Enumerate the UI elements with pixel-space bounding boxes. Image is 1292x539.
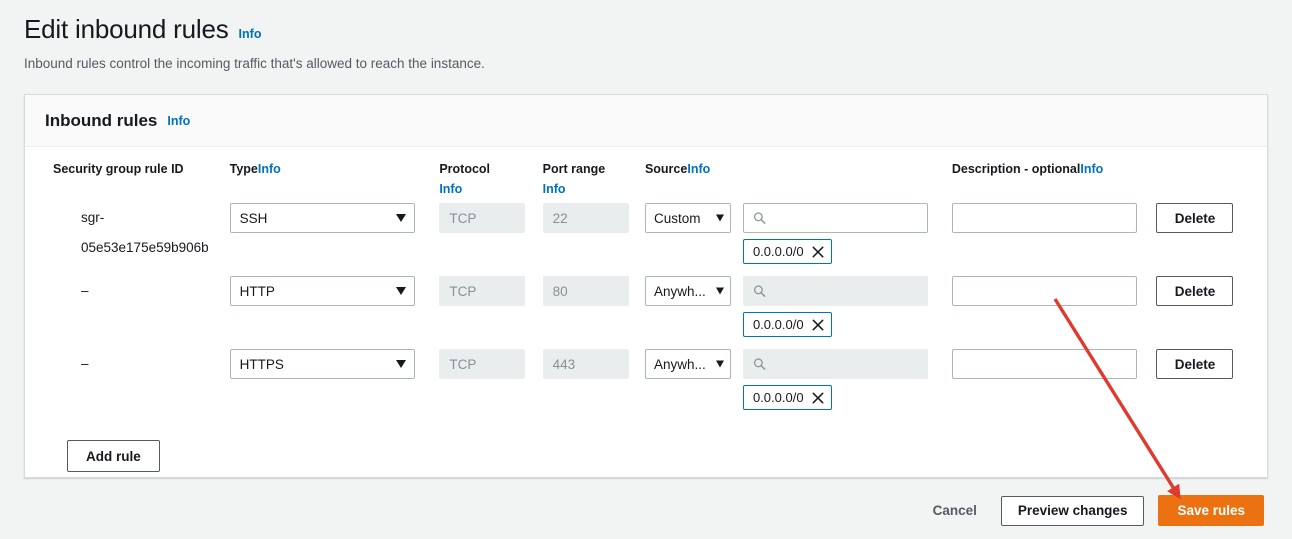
inbound-rules-table: Security group rule ID TypeInfo Protocol…	[25, 147, 1267, 422]
type-select[interactable]: HTTPS	[229, 349, 415, 379]
protocol-value: TCP	[449, 283, 477, 299]
save-rules-button[interactable]: Save rules	[1158, 495, 1264, 526]
cancel-button[interactable]: Cancel	[923, 496, 987, 526]
type-select[interactable]: SSH	[229, 203, 415, 233]
description-input[interactable]	[951, 276, 1137, 306]
source-search-input[interactable]	[742, 203, 928, 233]
source-token-label: 0.0.0.0/0	[752, 390, 804, 405]
table-body: sgr-05e53e175e59b906b SSH TCP 22 Custom 0.0.0…	[25, 203, 1267, 422]
chevron-down-icon	[715, 214, 724, 222]
page-title-info-link[interactable]: Info	[239, 26, 262, 42]
rule-id-value: –	[81, 283, 89, 298]
search-icon	[753, 212, 766, 225]
table-row: sgr-05e53e175e59b906b SSH TCP 22 Custom 0.0.0…	[25, 203, 1267, 276]
table-row: – HTTP TCP 80 Anywh... 0.0.0.0/0 Delete	[25, 276, 1267, 349]
table-row: – HTTPS TCP 443 Anywh... 0.0.0.0/0 Delete	[25, 349, 1267, 422]
source-type-select[interactable]: Anywh...	[644, 349, 731, 379]
source-type-value: Custom	[653, 210, 701, 226]
source-type-select[interactable]: Anywh...	[644, 276, 731, 306]
column-header-description-label: Description - optional	[951, 162, 1081, 176]
page-title: Edit inbound rules	[24, 14, 229, 44]
chevron-down-icon	[715, 360, 724, 368]
port-range-field: 80	[542, 276, 629, 306]
protocol-value: TCP	[449, 356, 477, 372]
chevron-down-icon	[395, 360, 406, 368]
panel-title: Inbound rules	[45, 110, 158, 130]
column-header-source: SourceInfo	[645, 147, 952, 203]
type-select-value: HTTPS	[239, 356, 284, 372]
column-header-protocol-info-link[interactable]: Info	[439, 181, 542, 197]
column-header-description: Description - optionalInfo	[952, 147, 1157, 203]
source-token: 0.0.0.0/0	[742, 239, 832, 264]
column-header-rule-id: Security group rule ID	[25, 147, 230, 203]
source-type-value: Anywh...	[653, 283, 706, 299]
column-header-protocol-label: Protocol	[439, 162, 491, 176]
source-type-value: Anywh...	[653, 356, 706, 372]
page-header: Edit inbound rules Info Inbound rules co…	[0, 0, 1292, 73]
source-type-select[interactable]: Custom	[644, 203, 731, 233]
inbound-rules-panel: Inbound rules Info Security group rule I…	[24, 94, 1268, 478]
port-range-value: 80	[552, 283, 568, 299]
page-description: Inbound rules control the incoming traff…	[24, 56, 485, 71]
panel-header: Inbound rules Info	[25, 95, 1267, 147]
chevron-down-icon	[715, 287, 724, 295]
column-header-type-label: Type	[229, 162, 258, 176]
remove-token-icon[interactable]	[812, 392, 824, 404]
column-header-description-info-link[interactable]: Info	[1080, 162, 1103, 176]
edit-inbound-rules-page: Edit inbound rules Info Inbound rules co…	[0, 0, 1292, 539]
search-icon	[753, 358, 766, 371]
search-icon	[753, 285, 766, 298]
description-input[interactable]	[951, 203, 1137, 233]
source-token-label: 0.0.0.0/0	[752, 317, 804, 332]
column-header-source-info-link[interactable]: Info	[687, 162, 710, 176]
protocol-field: TCP	[439, 349, 526, 379]
rule-id-value: –	[81, 356, 89, 371]
column-header-type-info-link[interactable]: Info	[258, 162, 281, 176]
type-select-value: HTTP	[239, 283, 275, 299]
column-header-source-label: Source	[644, 162, 688, 176]
panel-title-info-link[interactable]: Info	[167, 113, 190, 129]
type-select-value: SSH	[239, 210, 268, 226]
chevron-down-icon	[395, 214, 406, 222]
column-header-protocol: Protocol Info	[439, 147, 542, 203]
column-header-type: TypeInfo	[230, 147, 440, 203]
column-header-port-range-info-link[interactable]: Info	[543, 181, 645, 197]
column-header-actions	[1156, 147, 1267, 203]
source-search-input	[742, 276, 928, 306]
remove-token-icon[interactable]	[812, 246, 824, 258]
page-footer-actions: Cancel Preview changes Save rules	[923, 495, 1264, 526]
source-token: 0.0.0.0/0	[742, 312, 832, 337]
table-header: Security group rule ID TypeInfo Protocol…	[25, 147, 1267, 203]
source-token-label: 0.0.0.0/0	[752, 244, 804, 259]
remove-token-icon[interactable]	[812, 319, 824, 331]
rule-id-value: sgr-05e53e175e59b906b	[81, 210, 209, 255]
delete-rule-button[interactable]: Delete	[1156, 203, 1234, 233]
port-range-value: 443	[552, 356, 576, 372]
protocol-field: TCP	[439, 203, 526, 233]
preview-changes-button[interactable]: Preview changes	[1000, 495, 1145, 526]
description-input[interactable]	[951, 349, 1137, 379]
add-rule-button[interactable]: Add rule	[67, 440, 160, 472]
add-rule-row: Add rule	[25, 422, 1267, 472]
protocol-field: TCP	[439, 276, 526, 306]
chevron-down-icon	[395, 287, 406, 295]
column-header-rule-id-label: Security group rule ID	[53, 162, 184, 176]
port-range-field: 22	[542, 203, 629, 233]
source-search-input	[742, 349, 928, 379]
port-range-value: 22	[552, 210, 568, 226]
port-range-field: 443	[542, 349, 629, 379]
protocol-value: TCP	[449, 210, 477, 226]
source-token: 0.0.0.0/0	[742, 385, 832, 410]
delete-rule-button[interactable]: Delete	[1156, 349, 1234, 379]
delete-rule-button[interactable]: Delete	[1156, 276, 1234, 306]
column-header-port-range-label: Port range	[542, 162, 606, 176]
page-title-row: Edit inbound rules Info	[24, 12, 1268, 46]
type-select[interactable]: HTTP	[229, 276, 415, 306]
column-header-port-range: Port range Info	[543, 147, 645, 203]
